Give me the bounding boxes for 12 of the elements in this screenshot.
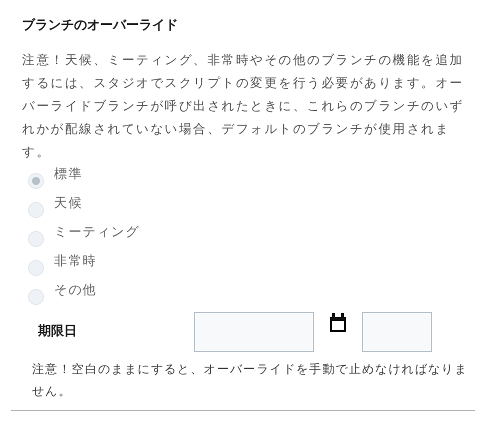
notice-text: 注意！天候、ミーティング、非常時やその他のブランチの機能を追加するには、スタジオでスクリプトの変更を行う必要があります。オーバーライドブランチが呼び出されたときに、これらのブランチのいずれかが配線されていない場合、デフォルトのブランチが使用されます。 (22, 51, 465, 161)
date-field[interactable] (194, 312, 314, 352)
blank-warning-text: 注意！空白のままにすると、オーバーライドを手動で止めなければなりません。 (32, 361, 469, 400)
radio-label: その他 (54, 282, 97, 300)
calendar-icon[interactable] (328, 312, 348, 334)
radio-label: ミーティング (54, 224, 140, 242)
radio-label: 天候 (54, 195, 83, 213)
radio-label: 非常時 (54, 253, 97, 271)
due-date-label: 期限日 (38, 323, 78, 342)
radio-label: 標準 (54, 166, 83, 184)
time-field[interactable] (362, 312, 432, 352)
section-title: ブランチのオーバーライド (22, 16, 179, 35)
